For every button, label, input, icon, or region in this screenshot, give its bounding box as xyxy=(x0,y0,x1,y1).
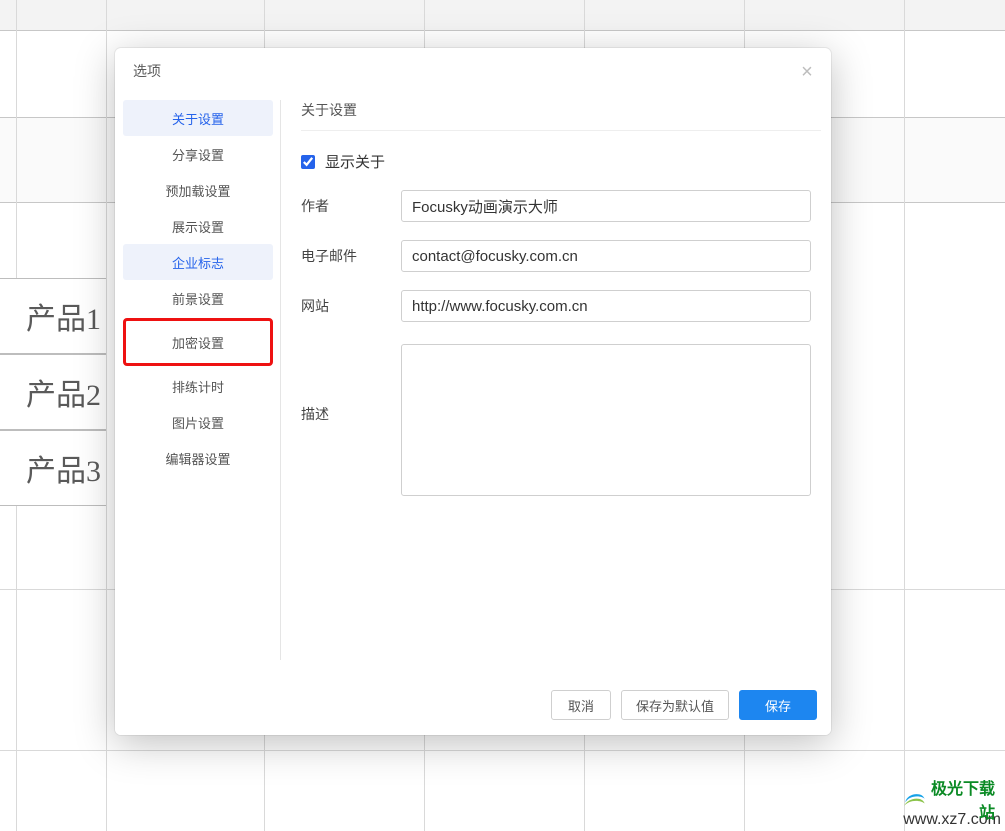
author-label: 作者 xyxy=(301,196,401,216)
sidebar-item-display[interactable]: 展示设置 xyxy=(123,208,273,244)
bg-vline xyxy=(904,0,905,831)
sidebar-item-label: 企业标志 xyxy=(172,253,224,272)
dialog-footer: 取消 保存为默认值 保存 xyxy=(115,675,831,735)
sidebar-item-label: 预加载设置 xyxy=(165,181,230,200)
sidebar-item-rehearse[interactable]: 排练计时 xyxy=(123,368,273,404)
bg-row-label: 产品3 xyxy=(0,430,106,506)
author-input[interactable] xyxy=(401,190,811,222)
sidebar-item-about[interactable]: 关于设置 xyxy=(123,100,273,136)
show-about-row: 显示关于 xyxy=(301,151,811,172)
sidebar-item-label: 编辑器设置 xyxy=(165,449,230,468)
sidebar-item-encrypt[interactable]: 加密设置 xyxy=(123,318,273,366)
sidebar-item-label: 关于设置 xyxy=(172,109,224,128)
cancel-button[interactable]: 取消 xyxy=(551,690,611,720)
bg-vline xyxy=(106,0,107,831)
email-label: 电子邮件 xyxy=(301,246,401,266)
sidebar-item-label: 前景设置 xyxy=(172,289,224,308)
sidebar-item-share[interactable]: 分享设置 xyxy=(123,136,273,172)
sidebar: 关于设置 分享设置 预加载设置 展示设置 企业标志 前景设置 加密设置 排练计时… xyxy=(123,100,273,476)
settings-panel: 关于设置 显示关于 作者 电子邮件 网站 描述 xyxy=(301,100,811,496)
author-row: 作者 xyxy=(301,190,811,222)
bg-row-label: 产品2 xyxy=(0,354,106,430)
website-input[interactable] xyxy=(401,290,811,322)
options-dialog: 选项 × 关于设置 分享设置 预加载设置 展示设置 企业标志 前景设置 加密设置… xyxy=(115,48,831,735)
sidebar-item-editor[interactable]: 编辑器设置 xyxy=(123,440,273,476)
sidebar-item-label: 分享设置 xyxy=(172,145,224,164)
sidebar-item-image[interactable]: 图片设置 xyxy=(123,404,273,440)
email-input[interactable] xyxy=(401,240,811,272)
sidebar-item-label: 展示设置 xyxy=(172,217,224,236)
sidebar-item-logo[interactable]: 企业标志 xyxy=(123,244,273,280)
desc-row: 描述 xyxy=(301,344,811,496)
save-default-button[interactable]: 保存为默认值 xyxy=(621,690,729,720)
dialog-title: 选项 xyxy=(115,48,831,94)
save-button[interactable]: 保存 xyxy=(739,690,817,720)
sidebar-item-preload[interactable]: 预加载设置 xyxy=(123,172,273,208)
show-about-label: 显示关于 xyxy=(325,151,385,172)
bg-top-band xyxy=(0,0,1005,31)
desc-textarea[interactable] xyxy=(401,344,811,496)
sidebar-separator xyxy=(280,100,281,660)
close-icon[interactable]: × xyxy=(795,60,819,84)
sidebar-item-foreground[interactable]: 前景设置 xyxy=(123,280,273,316)
swoosh-icon xyxy=(903,785,926,813)
section-title: 关于设置 xyxy=(301,100,821,131)
sidebar-item-label: 图片设置 xyxy=(172,413,224,432)
website-row: 网站 xyxy=(301,290,811,322)
bg-row-label: 产品1 xyxy=(0,278,106,354)
sidebar-item-label: 排练计时 xyxy=(172,377,224,396)
show-about-checkbox[interactable] xyxy=(301,155,315,169)
watermark: 极光下载站 www.xz7.com xyxy=(903,811,1001,829)
email-row: 电子邮件 xyxy=(301,240,811,272)
watermark-brand: 极光下载站 xyxy=(930,775,995,823)
sidebar-item-label: 加密设置 xyxy=(172,333,224,352)
website-label: 网站 xyxy=(301,296,401,316)
bg-hline xyxy=(0,750,1005,751)
desc-label: 描述 xyxy=(301,344,401,424)
